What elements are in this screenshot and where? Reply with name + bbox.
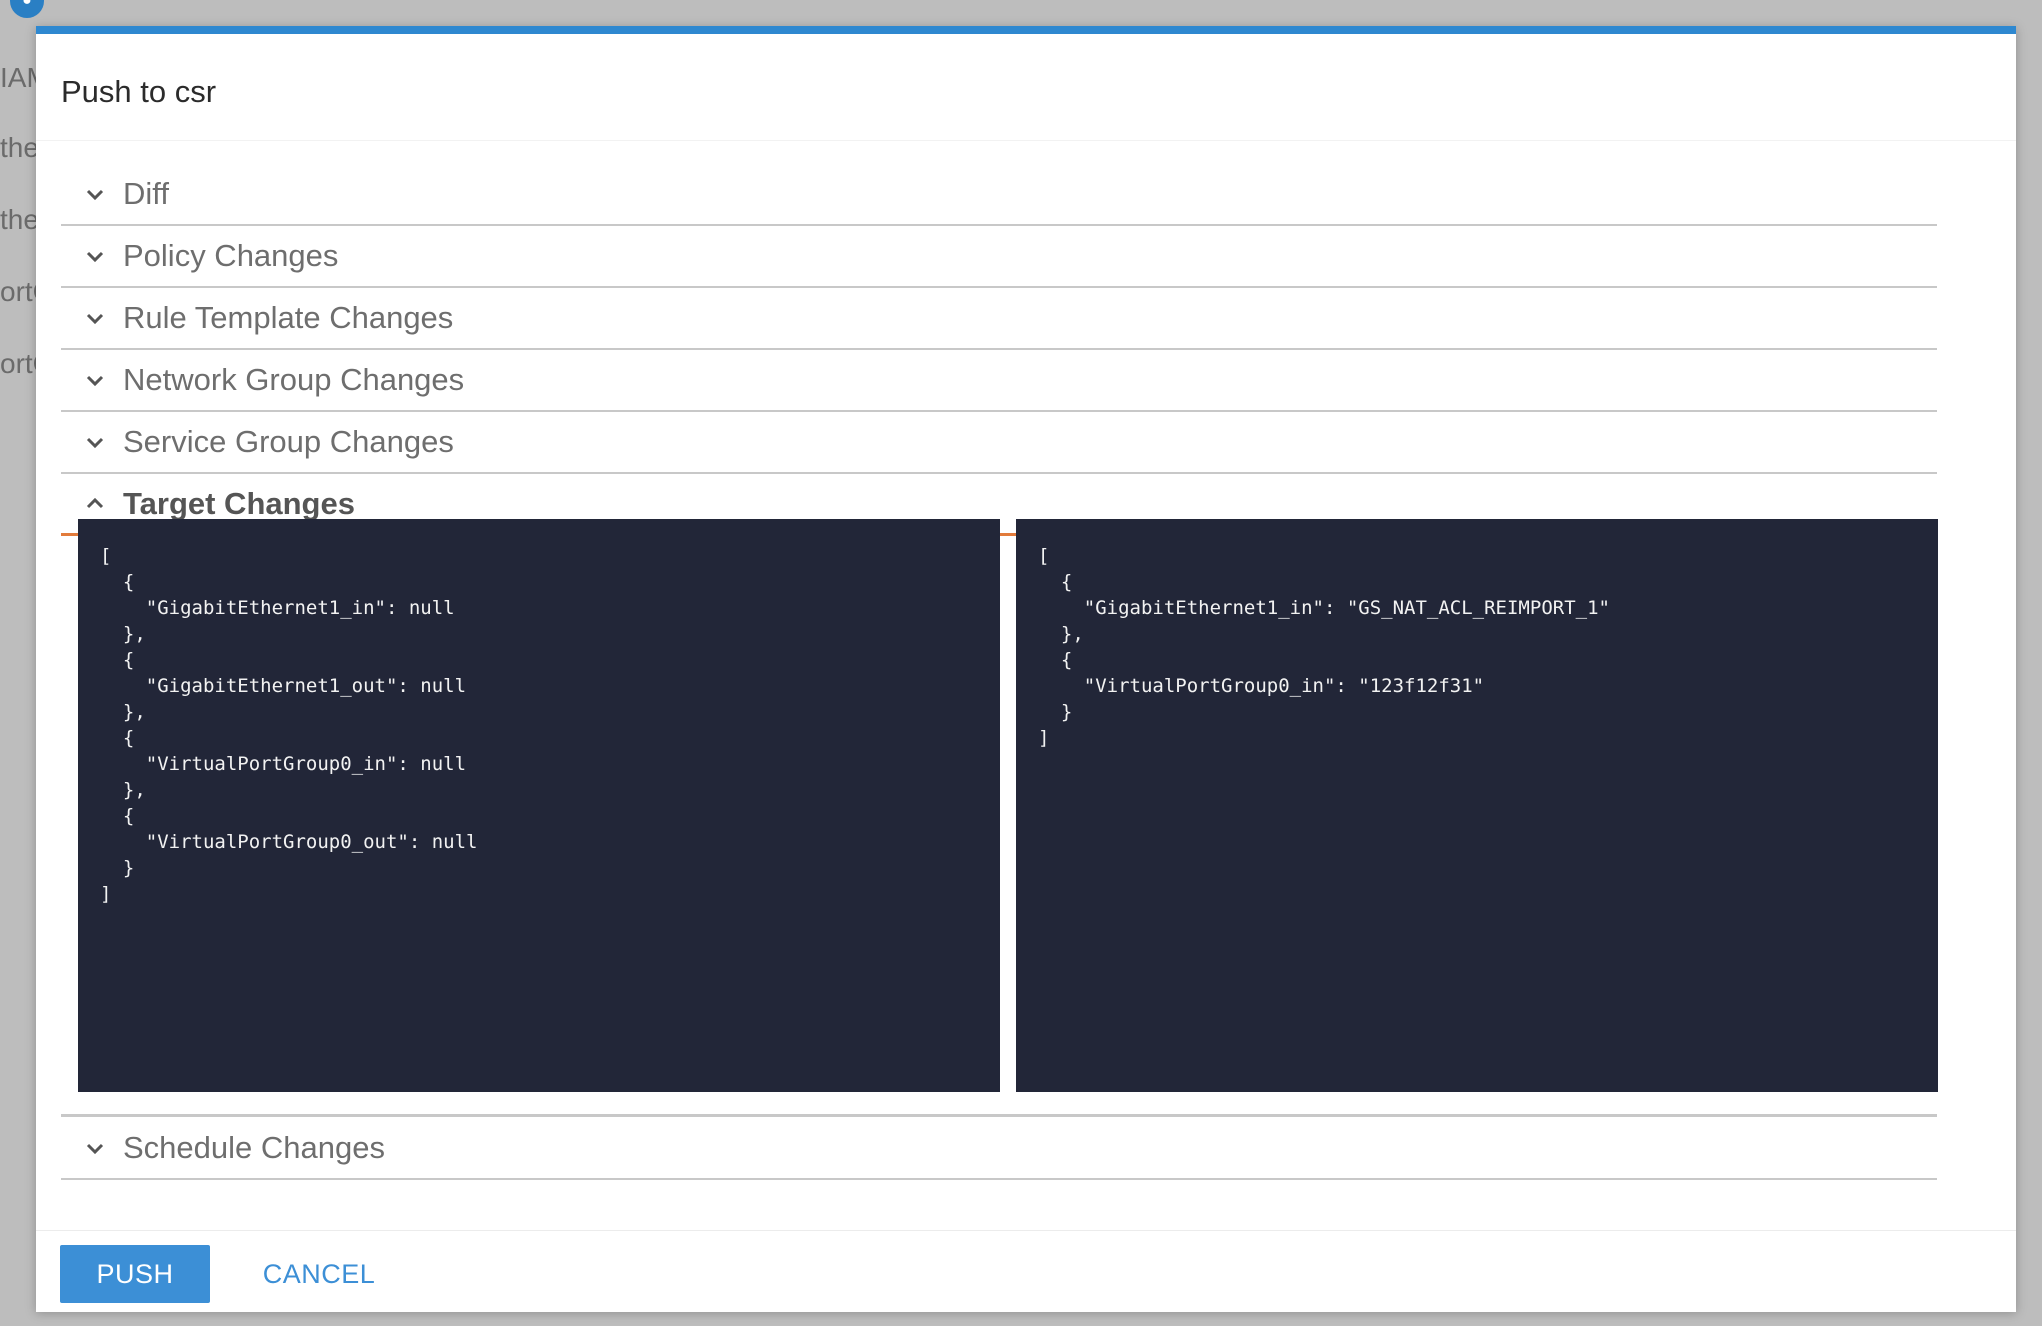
section-label: Policy Changes: [123, 238, 339, 273]
section-schedule-changes[interactable]: Schedule Changes: [61, 1118, 1937, 1180]
chevron-down-icon: [86, 1143, 104, 1155]
chevron-up-icon: [86, 497, 104, 509]
chevron-down-icon: [86, 189, 104, 201]
background-text: the: [0, 204, 39, 235]
push-button[interactable]: PUSH: [60, 1245, 210, 1303]
section-network-group-changes[interactable]: Network Group Changes: [61, 350, 1937, 412]
section-divider: [61, 1114, 1937, 1117]
push-dialog: Push to csr Diff Policy Changes Rule Tem…: [36, 26, 2016, 1312]
dialog-header: Push to csr: [36, 34, 2016, 141]
chevron-down-icon: [86, 313, 104, 325]
section-label: Service Group Changes: [123, 424, 454, 459]
chevron-down-icon: [86, 437, 104, 449]
background-text: the: [0, 132, 39, 163]
section-label: Target Changes: [123, 486, 355, 521]
code-text: [ { "GigabitEthernet1_in": null }, { "Gi…: [100, 545, 478, 905]
code-text: [ { "GigabitEthernet1_in": "GS_NAT_ACL_R…: [1038, 545, 1610, 749]
section-label: Network Group Changes: [123, 362, 465, 397]
chevron-down-icon: [86, 251, 104, 263]
chevron-down-icon: [86, 375, 104, 387]
section-service-group-changes[interactable]: Service Group Changes: [61, 412, 1937, 474]
section-label: Diff: [123, 176, 169, 211]
dialog-title: Push to csr: [61, 74, 217, 109]
section-rule-template-changes[interactable]: Rule Template Changes: [61, 288, 1937, 350]
section-diff[interactable]: Diff: [61, 164, 1937, 226]
section-label: Schedule Changes: [123, 1130, 385, 1165]
cancel-button[interactable]: CANCEL: [244, 1245, 394, 1303]
target-after-code: [ { "GigabitEthernet1_in": "GS_NAT_ACL_R…: [1016, 519, 1938, 1092]
section-label: Rule Template Changes: [123, 300, 454, 335]
app-logo-icon: ●: [10, 0, 44, 18]
section-policy-changes[interactable]: Policy Changes: [61, 226, 1937, 288]
target-before-code: [ { "GigabitEthernet1_in": null }, { "Gi…: [78, 519, 1000, 1092]
dialog-footer: PUSH CANCEL: [36, 1230, 2016, 1312]
